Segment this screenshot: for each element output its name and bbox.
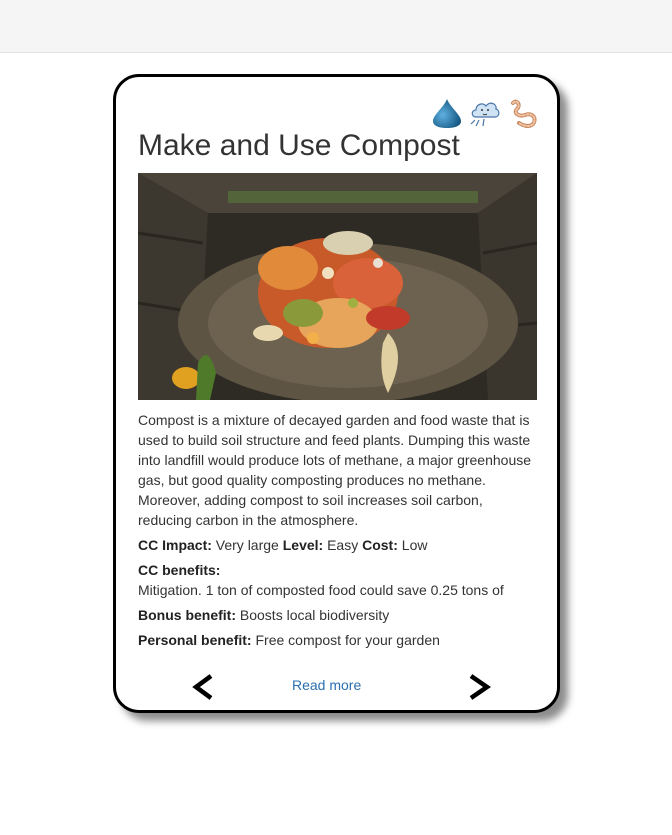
- water-drop-icon: [431, 97, 463, 129]
- next-card-button[interactable]: [465, 671, 495, 703]
- cc-impact-label: CC Impact:: [138, 537, 212, 553]
- previous-card-button[interactable]: [189, 671, 219, 703]
- top-navbar: [0, 0, 672, 53]
- cc-benefits-heading: CC benefits:: [138, 560, 548, 580]
- impact-row: CC Impact: Very large Level: Easy Cost: …: [138, 535, 548, 555]
- cc-benefits-text: Mitigation. 1 ton of composted food coul…: [138, 582, 504, 598]
- cost-value: Low: [401, 537, 428, 553]
- bonus-benefit-row: Bonus benefit: Boosts local biodiversity: [138, 605, 548, 625]
- cost-label: Cost:: [362, 537, 398, 553]
- cc-benefits-label: CC benefits:: [138, 562, 221, 578]
- card-title: Make and Use Compost: [138, 129, 460, 162]
- action-card: Make and Use Compost Compost is a mixtur…: [113, 74, 560, 713]
- compost-bin-photo: [138, 173, 537, 400]
- bonus-benefit-value: Boosts local biodiversity: [239, 607, 390, 623]
- cc-impact-value: Very large: [215, 537, 279, 553]
- chevron-left-icon: [192, 674, 213, 700]
- personal-benefit-row: Personal benefit: Free compost for your …: [138, 630, 548, 650]
- level-value: Easy: [327, 537, 359, 553]
- read-more-link[interactable]: Read more: [292, 677, 361, 693]
- cloud-wind-icon: [469, 97, 501, 129]
- level-label: Level:: [282, 537, 324, 553]
- chevron-right-icon: [469, 674, 491, 700]
- personal-benefit-value: Free compost for your garden: [255, 632, 440, 648]
- card-icons: [431, 97, 539, 129]
- worm-icon: [507, 97, 539, 129]
- bonus-benefit-label: Bonus benefit:: [138, 607, 236, 623]
- card-description: Compost is a mixture of decayed garden a…: [138, 412, 532, 528]
- personal-benefit-label: Personal benefit:: [138, 632, 252, 648]
